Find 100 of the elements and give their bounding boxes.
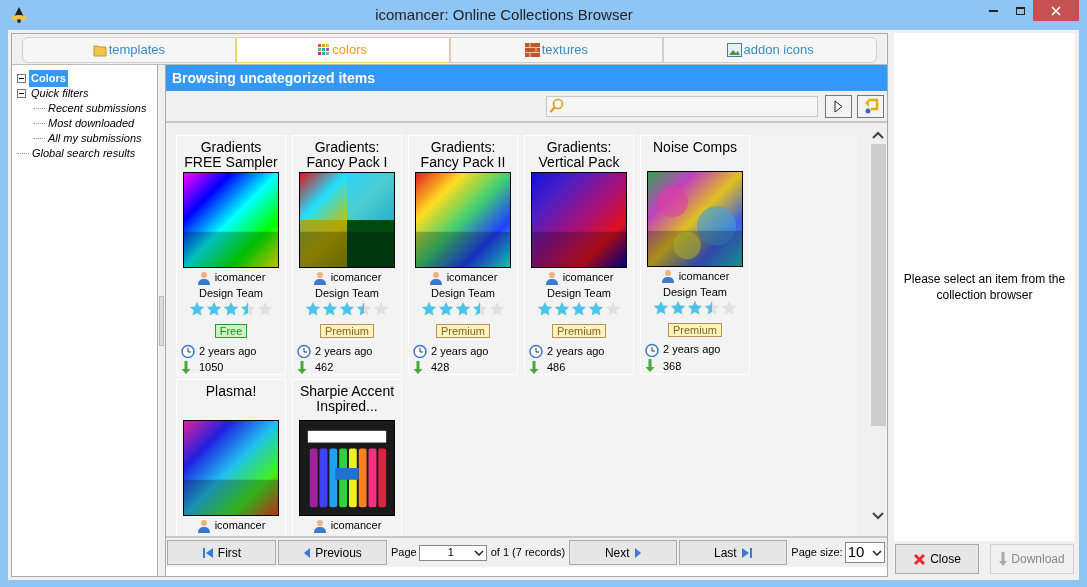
clock-icon [297, 344, 311, 358]
left-arrow-icon [303, 546, 312, 559]
tree-item[interactable]: Global search results [30, 145, 138, 162]
first-page-button[interactable]: First [167, 540, 276, 565]
tab[interactable]: addon icons [663, 37, 877, 63]
download-arrow-icon [645, 359, 655, 373]
right-arrow-icon [633, 546, 642, 559]
clock-icon [181, 344, 195, 358]
previous-page-button[interactable]: Previous [278, 540, 387, 565]
team-name: Design Team [199, 286, 263, 301]
clock-icon [529, 344, 543, 358]
color-grid-icon [318, 44, 331, 56]
item-title: Gradients FREE Sampler [183, 140, 279, 170]
download-arrow-icon [181, 360, 191, 374]
empty-message: Please select an item from the collection browser [902, 271, 1067, 303]
section-header: Browsing uncategorized items [166, 65, 887, 91]
author-name[interactable]: icomancer [446, 269, 498, 286]
picture-icon [726, 43, 742, 57]
author-name[interactable]: icomancer [214, 517, 266, 534]
item-card[interactable]: Sharpie Accent Inspired... icomancer [292, 379, 402, 536]
page-count: of 1 (7 records) [490, 545, 566, 561]
folder-icon [92, 43, 107, 57]
team-name: Design Team [547, 286, 611, 301]
next-page-button[interactable]: Next [569, 540, 678, 565]
item-card[interactable]: Gradients: Vertical Pack icomancer Design Team Premium 2 years ago 486 [524, 135, 634, 375]
download-count: 462 [315, 360, 334, 374]
page-label: Page [391, 545, 417, 561]
item-title: Gradients: Fancy Pack I [305, 140, 389, 170]
team-name: Design Team [431, 286, 495, 301]
caret-icon [473, 549, 484, 556]
tree-item[interactable]: Quick filters [29, 85, 91, 102]
item-age: 2 years ago [431, 343, 489, 359]
item-card[interactable]: Noise Comps icomancer Design Team Premium 2 years ago 368 [640, 135, 750, 375]
play-icon [834, 99, 843, 113]
team-name: Design Team [315, 286, 379, 301]
price-badge: Premium [320, 324, 374, 338]
item-age: 2 years ago [663, 342, 721, 358]
reset-button[interactable] [857, 94, 884, 118]
tree-item[interactable]: Recent submissions [46, 100, 149, 117]
author-name[interactable]: icomancer [214, 269, 266, 286]
wizard-hat-icon [10, 6, 28, 24]
download-arrow-icon [413, 360, 423, 374]
price-badge: Premium [668, 322, 722, 337]
tree-item[interactable]: All my submissions [46, 130, 144, 147]
close-icon [913, 552, 927, 566]
item-card[interactable]: Plasma! icomancer [176, 379, 286, 536]
page-size-select[interactable]: 10 [844, 542, 885, 563]
author-name[interactable]: icomancer [562, 269, 614, 286]
scroll-up-icon[interactable] [872, 131, 884, 139]
item-age: 2 years ago [199, 343, 257, 359]
search-icon [549, 98, 565, 114]
author-name[interactable]: icomancer [330, 269, 382, 286]
tree-item[interactable]: Most downloaded [46, 115, 137, 132]
collapse-toggle[interactable] [17, 89, 26, 98]
person-icon [660, 269, 675, 283]
item-title: Sharpie Accent Inspired... [298, 384, 396, 416]
author-name[interactable]: icomancer [330, 517, 382, 534]
last-page-button[interactable]: Last [679, 540, 788, 565]
page-select[interactable]: 1 [418, 544, 487, 561]
splitter-handle[interactable] [159, 295, 164, 346]
item-title: Noise Comps [652, 140, 738, 157]
person-icon [312, 270, 327, 285]
download-count: 1050 [199, 360, 224, 374]
item-title: Plasma! [204, 384, 258, 401]
person-icon [196, 518, 211, 533]
brick-icon [524, 43, 540, 57]
team-name: Design Team [663, 284, 727, 300]
item-age: 2 years ago [547, 343, 605, 359]
item-card[interactable]: Gradients: Fancy Pack I icomancer Design Team Premium 2 years ago 462 [292, 135, 402, 375]
download-arrow-icon [529, 360, 539, 374]
item-title: Gradients: Fancy Pack II [419, 140, 507, 170]
author-name[interactable]: icomancer [678, 267, 730, 285]
first-icon [201, 546, 214, 559]
window-title: icomancer: Online Collections Browser [374, 4, 634, 25]
price-badge: Free [214, 324, 248, 338]
collapse-toggle[interactable] [17, 74, 26, 83]
person-icon [312, 518, 327, 533]
person-icon [428, 270, 443, 285]
search-field[interactable] [546, 95, 818, 117]
search-button[interactable] [825, 94, 852, 118]
person-icon [196, 270, 211, 285]
price-badge: Premium [552, 324, 606, 338]
tab[interactable]: templates [22, 37, 236, 63]
download-count: 486 [547, 360, 566, 374]
download-arrow-icon [297, 360, 307, 374]
item-title: Gradients: Vertical Pack [537, 140, 621, 170]
scroll-down-icon[interactable] [872, 512, 884, 520]
download-count: 428 [431, 360, 450, 374]
down-arrow-icon [999, 552, 1008, 566]
item-card[interactable]: Gradients: Fancy Pack II icomancer Design Team Premium 2 years ago 428 [408, 135, 518, 375]
clock-icon [645, 342, 659, 357]
page-size-label: Page size: [791, 545, 843, 561]
caret-icon [871, 549, 882, 556]
item-age: 2 years ago [315, 343, 373, 359]
last-icon [740, 546, 753, 559]
close-icon [1051, 5, 1061, 16]
person-icon [544, 270, 559, 285]
item-card[interactable]: Gradients FREE Sampler icomancer Design Team Free 2 years ago 1050 [176, 135, 286, 375]
close-dialog-button[interactable]: Close [895, 544, 979, 574]
price-badge: Premium [436, 324, 490, 338]
